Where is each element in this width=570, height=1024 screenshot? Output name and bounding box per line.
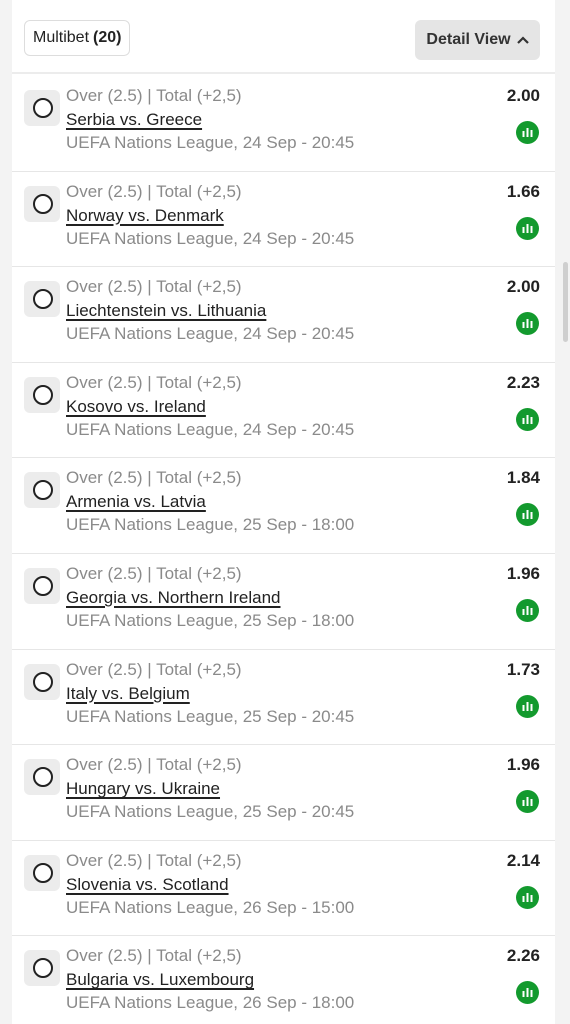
bet-market: Over (2.5) | Total (+2,5) — [66, 468, 242, 488]
bet-market: Over (2.5) | Total (+2,5) — [66, 372, 242, 392]
bet-row: Over (2.5) | Total (+2,5) Armenia vs. La… — [12, 458, 555, 554]
bet-match-link[interactable]: Bulgaria vs. Luxembourg — [66, 970, 254, 990]
radio-unchecked-icon — [33, 862, 53, 883]
multibet-count: (20) — [93, 29, 122, 46]
radio-unchecked-icon — [33, 767, 53, 788]
bet-row: Over (2.5) | Total (+2,5) Kosovo vs. Ire… — [12, 363, 555, 459]
bet-odds: 2.00 — [506, 86, 540, 105]
stats-bar-chart-icon[interactable] — [516, 598, 539, 622]
multibet-label: Multibet — [33, 29, 90, 46]
bet-select-button[interactable] — [24, 759, 60, 796]
bet-market: Over (2.5) | Total (+2,5) — [66, 563, 242, 583]
radio-unchecked-icon — [33, 671, 53, 692]
stats-bar-chart-icon[interactable] — [516, 981, 539, 1005]
bet-list: Over (2.5) | Total (+2,5) Serbia vs. Gre… — [12, 76, 555, 1024]
bet-league-time: UEFA Nations League, 26 Sep - 15:00 — [66, 897, 355, 917]
bet-row: Over (2.5) | Total (+2,5) Serbia vs. Gre… — [12, 76, 555, 172]
stats-bar-chart-icon[interactable] — [516, 503, 539, 527]
stats-bar-chart-icon[interactable] — [516, 407, 539, 431]
bet-league-time: UEFA Nations League, 25 Sep - 18:00 — [66, 515, 355, 535]
radio-unchecked-icon — [33, 384, 53, 405]
stats-bar-chart-icon[interactable] — [516, 121, 539, 144]
radio-unchecked-icon — [33, 98, 53, 118]
bet-odds: 1.96 — [506, 755, 540, 775]
bet-row: Over (2.5) | Total (+2,5) Bulgaria vs. L… — [12, 936, 555, 1024]
bet-match-link[interactable]: Slovenia vs. Scotland — [66, 875, 229, 895]
radio-unchecked-icon — [33, 480, 53, 501]
bet-odds: 2.23 — [506, 372, 540, 392]
multibet-chip[interactable]: Multibet (20) — [24, 20, 131, 56]
bet-league-time: UEFA Nations League, 24 Sep - 20:45 — [66, 228, 355, 248]
bet-odds: 1.84 — [506, 468, 540, 488]
scrollbar-thumb[interactable] — [563, 262, 568, 342]
bet-match-link[interactable]: Italy vs. Belgium — [66, 684, 190, 704]
bet-match-link[interactable]: Armenia vs. Latvia — [66, 492, 206, 512]
radio-unchecked-icon — [33, 575, 53, 596]
stats-bar-chart-icon[interactable] — [516, 790, 539, 814]
bet-odds: 2.26 — [506, 946, 540, 966]
stats-bar-chart-icon[interactable] — [516, 216, 539, 240]
bet-row: Over (2.5) | Total (+2,5) Hungary vs. Uk… — [12, 745, 555, 841]
stats-bar-chart-icon[interactable] — [516, 312, 539, 336]
bet-league-time: UEFA Nations League, 24 Sep - 20:45 — [66, 324, 355, 344]
stats-bar-chart-icon[interactable] — [516, 885, 539, 909]
bet-match-link[interactable]: Norway vs. Denmark — [66, 206, 224, 226]
bet-match-link[interactable]: Hungary vs. Ukraine — [66, 779, 220, 799]
radio-unchecked-icon — [33, 289, 53, 310]
detail-view-button[interactable]: Detail View — [415, 20, 540, 60]
stats-bar-chart-icon[interactable] — [516, 694, 539, 718]
bet-select-button[interactable] — [24, 90, 60, 126]
bet-select-button[interactable] — [24, 567, 60, 604]
bet-select-button[interactable] — [24, 185, 60, 222]
bet-odds: 1.96 — [506, 563, 540, 583]
bet-odds: 2.00 — [506, 277, 540, 297]
bet-select-button[interactable] — [24, 281, 60, 318]
bet-match-link[interactable]: Liechtenstein vs. Lithuania — [66, 301, 266, 321]
bet-odds: 1.73 — [506, 659, 540, 679]
bet-row: Over (2.5) | Total (+2,5) Slovenia vs. S… — [12, 841, 555, 937]
chevron-up-icon — [516, 31, 529, 49]
bet-odds: 2.14 — [506, 850, 540, 870]
bet-market: Over (2.5) | Total (+2,5) — [66, 850, 242, 870]
bet-league-time: UEFA Nations League, 25 Sep - 20:45 — [66, 802, 355, 822]
bet-league-time: UEFA Nations League, 24 Sep - 20:45 — [66, 419, 355, 439]
bet-row: Over (2.5) | Total (+2,5) Georgia vs. No… — [12, 554, 555, 650]
bet-league-time: UEFA Nations League, 25 Sep - 18:00 — [66, 610, 355, 630]
bet-row: Over (2.5) | Total (+2,5) Liechtenstein … — [12, 267, 555, 363]
detail-view-label: Detail View — [426, 31, 511, 48]
bet-league-time: UEFA Nations League, 26 Sep - 18:00 — [66, 993, 355, 1013]
bet-row: Over (2.5) | Total (+2,5) Norway vs. Den… — [12, 172, 555, 268]
bet-select-button[interactable] — [24, 376, 60, 413]
bet-league-time: UEFA Nations League, 24 Sep - 20:45 — [66, 133, 355, 152]
radio-unchecked-icon — [33, 958, 53, 979]
bet-odds: 1.66 — [506, 181, 540, 201]
bet-market: Over (2.5) | Total (+2,5) — [66, 181, 242, 201]
bet-market: Over (2.5) | Total (+2,5) — [66, 86, 242, 105]
radio-unchecked-icon — [33, 193, 53, 214]
betslip-header: Multibet (20) Detail View — [12, 0, 555, 74]
bet-select-button[interactable] — [24, 950, 60, 987]
bet-league-time: UEFA Nations League, 25 Sep - 20:45 — [66, 706, 355, 726]
bet-select-button[interactable] — [24, 472, 60, 509]
bet-match-link[interactable]: Serbia vs. Greece — [66, 110, 202, 130]
bet-select-button[interactable] — [24, 854, 60, 891]
bet-market: Over (2.5) | Total (+2,5) — [66, 946, 242, 966]
bet-match-link[interactable]: Georgia vs. Northern Ireland — [66, 588, 281, 608]
bet-market: Over (2.5) | Total (+2,5) — [66, 659, 242, 679]
bet-match-link[interactable]: Kosovo vs. Ireland — [66, 397, 206, 417]
bet-row: Over (2.5) | Total (+2,5) Italy vs. Belg… — [12, 650, 555, 746]
betslip-page: Multibet (20) Detail View Over (2.5) | T… — [0, 0, 570, 1024]
bet-select-button[interactable] — [24, 663, 60, 700]
bet-market: Over (2.5) | Total (+2,5) — [66, 277, 242, 297]
bet-market: Over (2.5) | Total (+2,5) — [66, 755, 242, 775]
